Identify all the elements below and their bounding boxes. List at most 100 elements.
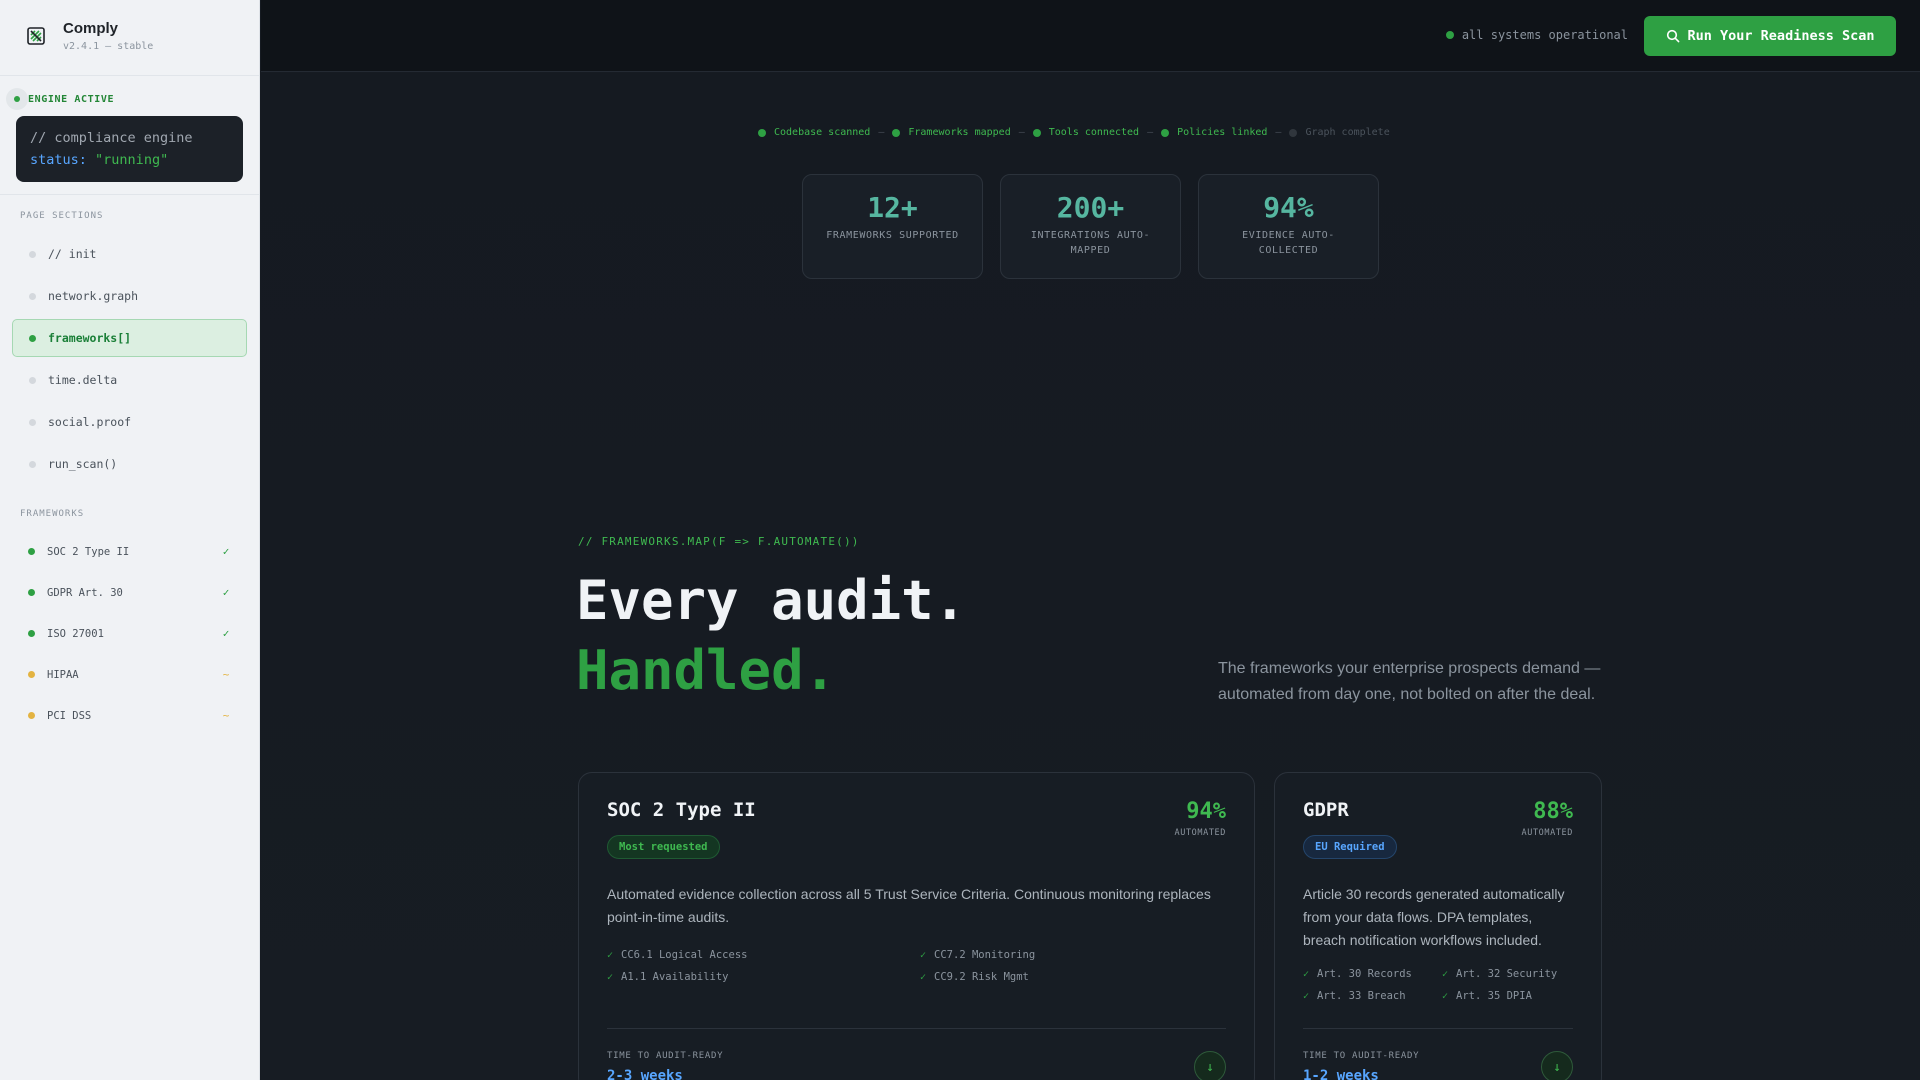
- check-icon: ✓: [1303, 968, 1310, 980]
- expand-card-button[interactable]: ↓: [1194, 1051, 1226, 1080]
- nav-item-label: network.graph: [48, 289, 139, 303]
- progress-separator: —: [1147, 127, 1154, 138]
- progress-step-label: Policies linked: [1177, 127, 1268, 138]
- card-pct-label: AUTOMATED: [1174, 828, 1226, 838]
- progress-step-frameworks: Frameworks mapped: [892, 127, 1011, 138]
- nav-item-init[interactable]: // init: [12, 235, 247, 273]
- partial-icon: ~: [222, 668, 230, 681]
- check-icon: ✓: [1442, 968, 1449, 980]
- run-readiness-scan-button[interactable]: Run Your Readiness Scan: [1644, 16, 1896, 56]
- progress-step-label: Graph complete: [1305, 127, 1390, 138]
- sidebar: Comply v2.4.1 — stable ENGINE ACTIVE // …: [0, 0, 260, 1080]
- logo-icon: [27, 27, 45, 45]
- engine-status-label: ENGINE ACTIVE: [28, 93, 115, 105]
- status-dot-icon: [28, 548, 35, 555]
- status-dot-icon: [28, 589, 35, 596]
- framework-label: GDPR Art. 30: [47, 586, 123, 599]
- framework-card-soc2[interactable]: SOC 2 Type II Most requested 94% AUTOMAT…: [578, 772, 1255, 1080]
- control-item: ✓ CC6.1 Logical Access: [607, 949, 920, 961]
- card-title: SOC 2 Type II: [607, 799, 756, 821]
- nav-item-label: // init: [48, 247, 97, 261]
- control-label: CC9.2 Risk Mgmt: [934, 971, 1029, 983]
- stat-value: 200+: [1056, 191, 1125, 224]
- control-item: ✓ A1.1 Availability: [607, 971, 920, 983]
- stat-card-frameworks: 12+ Frameworks supported: [802, 174, 983, 279]
- engine-panel: ENGINE ACTIVE // compliance engine statu…: [0, 76, 259, 195]
- search-icon: [1666, 29, 1679, 43]
- top-bar: all systems operational Run Your Readine…: [261, 0, 1920, 72]
- arrow-down-icon: ↓: [1553, 1059, 1561, 1075]
- nav-item-network-graph[interactable]: network.graph: [12, 277, 247, 315]
- framework-label: PCI DSS: [47, 709, 92, 722]
- engine-status-indicator: [6, 88, 28, 110]
- engine-comment: // compliance engine: [30, 130, 193, 146]
- stat-label: Integrations auto-mapped: [1030, 230, 1151, 256]
- check-icon: ✓: [607, 971, 614, 983]
- nav-dot-icon: [29, 334, 36, 342]
- status-dot-icon: [28, 630, 35, 637]
- nav-dot-icon: [29, 418, 36, 426]
- framework-item-gdpr[interactable]: GDPR Art. 30 ✓: [12, 574, 247, 611]
- system-status: all systems operational: [1445, 28, 1628, 42]
- nav-item-social-proof[interactable]: social.proof: [12, 403, 247, 441]
- step-dot-icon: [892, 128, 901, 137]
- brand[interactable]: Comply v2.4.1 — stable: [0, 0, 259, 76]
- framework-item-pci-dss[interactable]: PCI DSS ~: [12, 697, 247, 734]
- engine-value: "running": [95, 152, 169, 168]
- engine-status: ENGINE ACTIVE: [6, 88, 243, 110]
- card-title: GDPR: [1303, 799, 1349, 821]
- check-icon: ✓: [1442, 990, 1449, 1002]
- card-description: Automated evidence collection across all…: [607, 886, 1211, 925]
- control-label: CC7.2 Monitoring: [934, 949, 1036, 961]
- stat-label: Evidence auto-collected: [1242, 230, 1335, 256]
- progress-step-tools: Tools connected: [1032, 127, 1139, 138]
- nav-item-label: frameworks[]: [48, 331, 132, 345]
- control-item: ✓ Art. 33 Breach: [1303, 990, 1442, 1002]
- control-label: Art. 35 DPIA: [1456, 990, 1532, 1002]
- control-item: ✓ Art. 35 DPIA: [1442, 990, 1581, 1002]
- card-footer: TIME TO AUDIT-READY 1-2 weeks ↓: [1303, 1028, 1573, 1080]
- framework-item-hipaa[interactable]: HIPAA ~: [12, 656, 247, 693]
- time-to-ready-label: TIME TO AUDIT-READY: [1303, 1051, 1420, 1061]
- headline-primary: Every audit.: [576, 569, 967, 632]
- control-item: ✓ Art. 32 Security: [1442, 968, 1581, 980]
- framework-item-iso27001[interactable]: ISO 27001 ✓: [12, 615, 247, 652]
- card-pct-value: 94%: [1186, 799, 1226, 824]
- framework-label: SOC 2 Type II: [47, 545, 130, 558]
- card-pct-label: AUTOMATED: [1521, 828, 1573, 838]
- frameworks-nav: SOC 2 Type II ✓ GDPR Art. 30 ✓ ISO 27001…: [0, 533, 259, 734]
- page-sections-title: PAGE SECTIONS: [20, 211, 104, 221]
- nav-dot-icon: [29, 460, 36, 468]
- main-content: Codebase scanned — Frameworks mapped — T…: [261, 73, 1920, 1080]
- progress-separator: —: [1275, 127, 1282, 138]
- card-badge: Most requested: [607, 835, 720, 859]
- progress-step-graph: Graph complete: [1289, 127, 1390, 138]
- engine-code-box: // compliance engine status: "running": [16, 116, 243, 182]
- nav-dot-icon: [29, 250, 36, 258]
- section-tag: // FRAMEWORKS.MAP(F => F.AUTOMATE()): [578, 535, 860, 548]
- nav-item-time-delta[interactable]: time.delta: [12, 361, 247, 399]
- system-status-label: all systems operational: [1461, 28, 1628, 42]
- partial-icon: ~: [222, 709, 230, 722]
- nav-item-frameworks[interactable]: frameworks[]: [12, 319, 247, 357]
- stat-value: 12+: [867, 191, 918, 224]
- check-icon: ✓: [607, 949, 614, 961]
- nav-item-run-scan[interactable]: run_scan(): [12, 445, 247, 483]
- framework-item-soc2[interactable]: SOC 2 Type II ✓: [12, 533, 247, 570]
- framework-card-gdpr[interactable]: GDPR EU Required 88% AUTOMATED Article 3…: [1274, 772, 1602, 1080]
- card-footer: TIME TO AUDIT-READY 2-3 weeks ↓: [607, 1028, 1226, 1080]
- frameworks-title: FRAMEWORKS: [20, 509, 85, 519]
- step-dot-icon: [1032, 128, 1041, 137]
- step-dot-icon: [758, 128, 766, 137]
- stat-label: Frameworks supported: [826, 230, 959, 241]
- step-dot-icon: [1161, 128, 1170, 137]
- expand-card-button[interactable]: ↓: [1541, 1051, 1573, 1080]
- stat-card-integrations: 200+ Integrations auto-mapped: [1000, 174, 1181, 279]
- control-label: Art. 30 Records: [1317, 968, 1412, 980]
- time-to-ready-value: 1-2 weeks: [1303, 1068, 1379, 1080]
- status-dot-icon: [28, 671, 35, 678]
- progress-step-policies: Policies linked: [1161, 127, 1267, 138]
- nav-item-label: social.proof: [48, 415, 132, 429]
- card-automation: 88% AUTOMATED: [1522, 799, 1573, 838]
- control-label: Art. 32 Security: [1456, 968, 1558, 980]
